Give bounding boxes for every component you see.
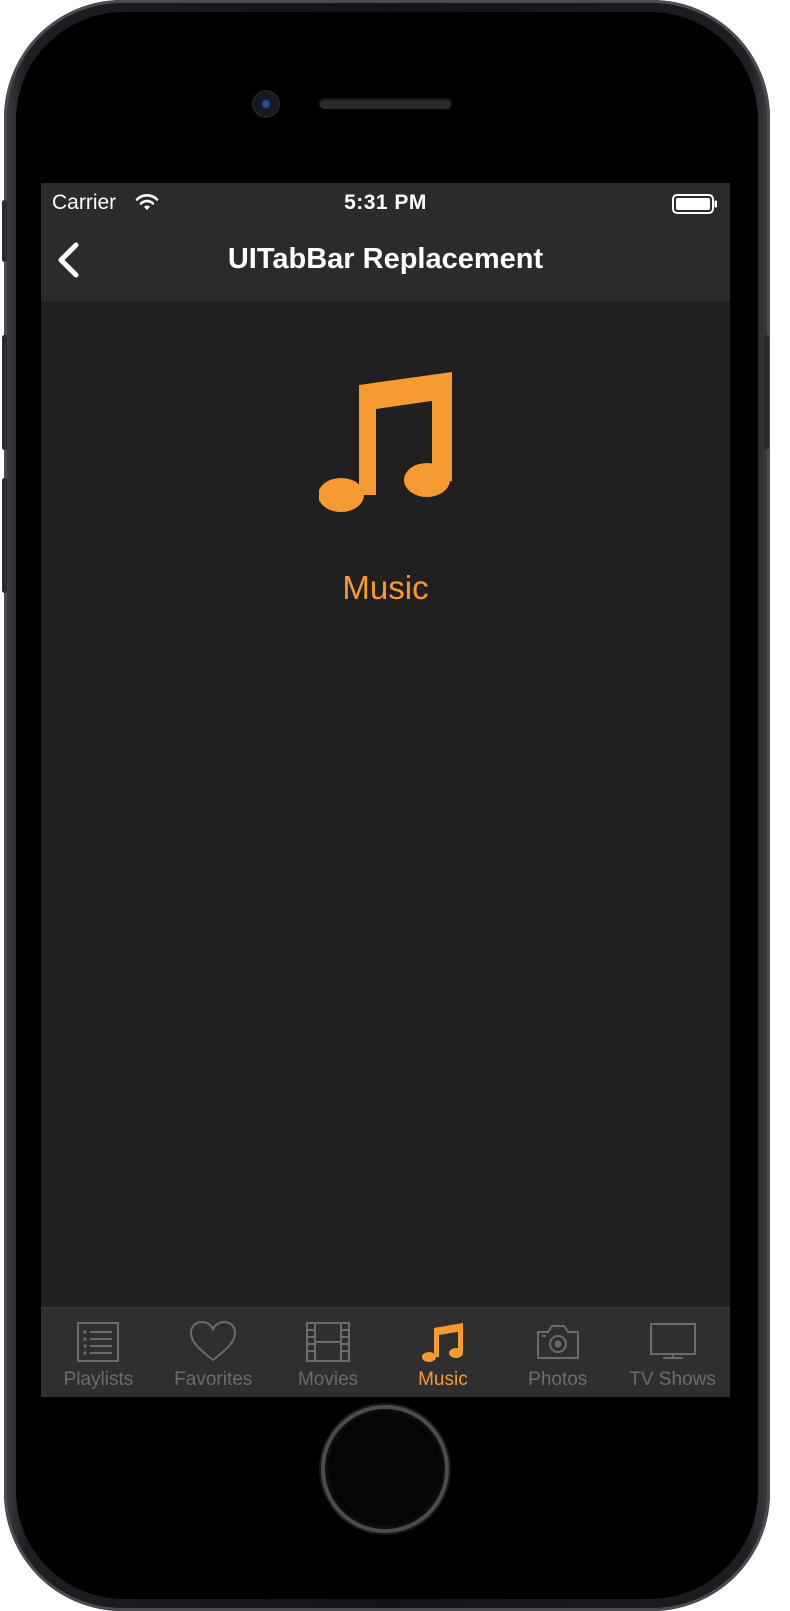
heart-icon: [190, 1320, 237, 1362]
tab-tv-shows[interactable]: TV Shows: [615, 1308, 730, 1397]
tab-label: Photos: [528, 1369, 588, 1390]
page-title: UITabBar Replacement: [227, 243, 544, 275]
tab-label: TV Shows: [629, 1369, 716, 1390]
tab-label: Music: [418, 1369, 468, 1390]
volume-up-button: [2, 335, 7, 450]
tab-photos[interactable]: Photos: [500, 1308, 615, 1397]
status-bar: Carrier 5:31 PM: [41, 183, 730, 223]
content-label: Music: [342, 569, 429, 606]
music-note-icon: [421, 1323, 463, 1362]
tv-icon: [649, 1323, 696, 1359]
tab-bar: Playlists Favorites Movies Music Photos …: [41, 1307, 730, 1397]
status-time: 5:31 PM: [344, 191, 427, 214]
screen: Carrier 5:31 PM UITabBar Replacement Mus…: [41, 183, 730, 1397]
mute-switch: [2, 200, 7, 262]
tab-label: Movies: [297, 1369, 359, 1390]
volume-down-button: [2, 478, 7, 593]
content-area: Music: [41, 301, 730, 1307]
power-button: [764, 335, 769, 450]
tab-playlists[interactable]: Playlists: [41, 1308, 156, 1397]
tab-movies[interactable]: Movies: [271, 1308, 386, 1397]
tab-music[interactable]: Music: [385, 1308, 500, 1397]
earpiece-speaker: [319, 98, 452, 109]
tab-label: Favorites: [174, 1369, 253, 1390]
list-icon: [77, 1322, 120, 1362]
front-camera: [254, 92, 278, 116]
navigation-bar: UITabBar Replacement: [41, 223, 730, 301]
home-button[interactable]: [325, 1409, 445, 1529]
camera-icon: [536, 1325, 579, 1359]
battery-icon: [672, 194, 717, 214]
tab-label: Playlists: [63, 1369, 134, 1390]
tab-favorites[interactable]: Favorites: [156, 1308, 271, 1397]
film-icon: [306, 1322, 351, 1362]
back-button[interactable]: [51, 238, 95, 282]
music-note-icon: [319, 372, 452, 512]
chevron-left-icon: [58, 242, 79, 278]
